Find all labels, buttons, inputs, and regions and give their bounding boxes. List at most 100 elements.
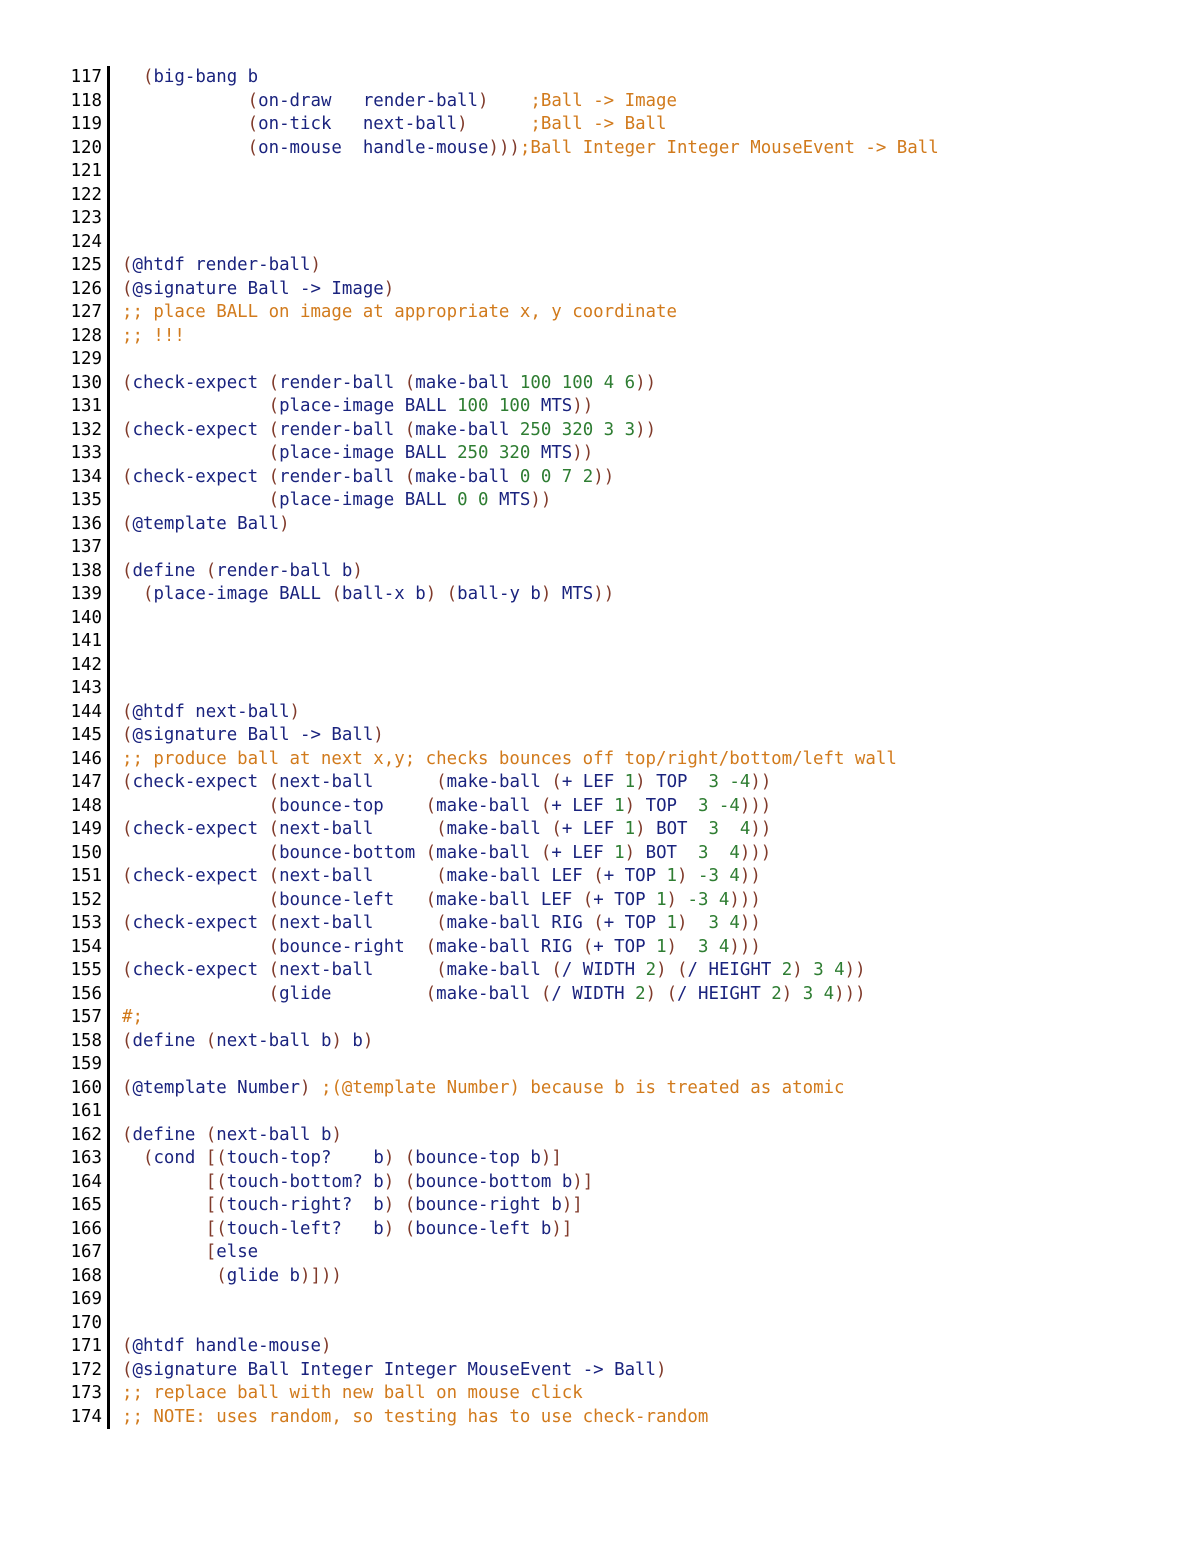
code-line[interactable]: 142: [40, 653, 1180, 677]
code-line[interactable]: 167 [else: [40, 1241, 1180, 1265]
code-line[interactable]: 161: [40, 1100, 1180, 1124]
code-text[interactable]: (check-expect (next-ball (make-ball (+ L…: [122, 818, 1180, 842]
code-line[interactable]: 127 ;; place BALL on image at appropriate…: [40, 301, 1180, 325]
code-line[interactable]: 154 (bounce-right (make-ball RIG (+ TOP …: [40, 935, 1180, 960]
code-text[interactable]: ;; replace ball with new ball on mouse c…: [122, 1382, 1180, 1406]
code-text[interactable]: ;; NOTE: uses random, so testing has to …: [122, 1406, 1180, 1430]
code-line[interactable]: 145 (@signature Ball -> Ball): [40, 724, 1180, 748]
code-line[interactable]: 131 (place-image BALL 100 100 MTS)): [40, 395, 1180, 419]
code-line[interactable]: 173 ;; replace ball with new ball on mous…: [40, 1382, 1180, 1406]
code-line[interactable]: 170: [40, 1311, 1180, 1335]
code-text[interactable]: (define (next-ball b) b): [122, 1030, 1180, 1054]
code-text[interactable]: [(touch-left? b) (bounce-left b)]: [122, 1218, 1180, 1242]
code-text[interactable]: (big-bang b: [122, 66, 1180, 90]
code-text[interactable]: (glide b)])): [122, 1265, 1180, 1289]
code-text[interactable]: [else: [122, 1241, 1180, 1265]
code-text[interactable]: (place-image BALL 100 100 MTS)): [122, 395, 1180, 419]
code-text[interactable]: (on-tick next-ball) ;Ball -> Ball: [122, 113, 1180, 137]
code-line[interactable]: 139 (place-image BALL (ball-x b) (ball-y…: [40, 583, 1180, 607]
code-line[interactable]: 137: [40, 536, 1180, 560]
code-line[interactable]: 171 (@htdf handle-mouse): [40, 1335, 1180, 1359]
code-line[interactable]: 152 (bounce-left (make-ball LEF (+ TOP 1…: [40, 888, 1180, 913]
code-text[interactable]: (@template Ball): [122, 513, 1180, 537]
code-text[interactable]: [(touch-right? b) (bounce-right b)]: [122, 1194, 1180, 1218]
code-line[interactable]: 157 #;: [40, 1006, 1180, 1030]
code-line[interactable]: 156 (glide (make-ball (/ WIDTH 2) (/ HEI…: [40, 982, 1180, 1007]
code-text[interactable]: [(touch-bottom? b) (bounce-bottom b)]: [122, 1171, 1180, 1195]
code-line[interactable]: 130 (check-expect (render-ball (make-ball…: [40, 371, 1180, 396]
code-text[interactable]: (check-expect (next-ball (make-ball LEF …: [122, 865, 1180, 889]
code-line[interactable]: 123: [40, 207, 1180, 231]
code-text[interactable]: (define (next-ball b): [122, 1124, 1180, 1148]
code-line[interactable]: 146 ;; produce ball at next x,y; checks b…: [40, 747, 1180, 772]
code-line[interactable]: 147 (check-expect (next-ball (make-ball (…: [40, 771, 1180, 795]
code-line[interactable]: 155 (check-expect (next-ball (make-ball (…: [40, 959, 1180, 983]
code-line[interactable]: 122: [40, 183, 1180, 207]
code-line[interactable]: 160 (@template Number) ;(@template Number…: [40, 1076, 1180, 1101]
code-line[interactable]: 119 (on-tick next-ball) ;Ball -> Ball: [40, 113, 1180, 137]
code-text[interactable]: (check-expect (next-ball (make-ball (/ W…: [122, 959, 1180, 983]
code-line[interactable]: 144 (@htdf next-ball): [40, 700, 1180, 725]
code-line[interactable]: 165 [(touch-right? b) (bounce-right b)]: [40, 1194, 1180, 1218]
code-line[interactable]: 163 (cond [(touch-top? b) (bounce-top b)…: [40, 1147, 1180, 1171]
code-line[interactable]: 151 (check-expect (next-ball (make-ball L…: [40, 865, 1180, 889]
code-line[interactable]: 121: [40, 160, 1180, 184]
code-line[interactable]: 138 (define (render-ball b): [40, 559, 1180, 584]
code-line[interactable]: 120 (on-mouse handle-mouse)));Ball Integ…: [40, 136, 1180, 161]
code-line[interactable]: 168 (glide b)])): [40, 1264, 1180, 1289]
code-text[interactable]: (bounce-right (make-ball RIG (+ TOP 1) 3…: [122, 936, 1180, 960]
code-line[interactable]: 140: [40, 606, 1180, 630]
code-line[interactable]: 162 (define (next-ball b): [40, 1123, 1180, 1148]
code-text[interactable]: (check-expect (next-ball (make-ball (+ L…: [122, 771, 1180, 795]
code-line[interactable]: 129: [40, 348, 1180, 372]
code-text[interactable]: (cond [(touch-top? b) (bounce-top b)]: [122, 1147, 1180, 1171]
code-line[interactable]: 164 [(touch-bottom? b) (bounce-bottom b)…: [40, 1170, 1180, 1195]
code-text[interactable]: (@template Number) ;(@template Number) b…: [122, 1077, 1180, 1101]
code-line[interactable]: 135 (place-image BALL 0 0 MTS)): [40, 489, 1180, 513]
code-line[interactable]: 124: [40, 230, 1180, 254]
code-text[interactable]: (place-image BALL 250 320 MTS)): [122, 442, 1180, 466]
code-text[interactable]: (check-expect (render-ball (make-ball 25…: [122, 419, 1180, 443]
code-text[interactable]: (on-draw render-ball) ;Ball -> Image: [122, 90, 1180, 114]
code-text[interactable]: (define (render-ball b): [122, 560, 1180, 584]
code-text[interactable]: ;; place BALL on image at appropriate x,…: [122, 301, 1180, 325]
code-line[interactable]: 169: [40, 1288, 1180, 1312]
code-text[interactable]: (@htdf handle-mouse): [122, 1335, 1180, 1359]
code-line[interactable]: 134 (check-expect (render-ball (make-ball…: [40, 465, 1180, 490]
code-line[interactable]: 149 (check-expect (next-ball (make-ball (…: [40, 818, 1180, 842]
code-text[interactable]: (@htdf render-ball): [122, 254, 1180, 278]
code-line[interactable]: 136 (@template Ball): [40, 512, 1180, 537]
code-line[interactable]: 128 ;; !!!: [40, 324, 1180, 349]
code-line[interactable]: 150 (bounce-bottom (make-ball (+ LEF 1) …: [40, 841, 1180, 866]
code-line[interactable]: 153 (check-expect (next-ball (make-ball R…: [40, 912, 1180, 936]
code-text[interactable]: (bounce-bottom (make-ball (+ LEF 1) BOT …: [122, 842, 1180, 866]
code-text[interactable]: #;: [122, 1006, 1180, 1030]
code-text[interactable]: (on-mouse handle-mouse)));Ball Integer I…: [122, 137, 1180, 161]
code-text[interactable]: (check-expect (render-ball (make-ball 10…: [122, 372, 1180, 396]
code-line[interactable]: 132 (check-expect (render-ball (make-ball…: [40, 418, 1180, 443]
code-text[interactable]: (@signature Ball -> Image): [122, 278, 1180, 302]
code-line[interactable]: 117 (big-bang b: [40, 66, 1180, 90]
code-line[interactable]: 143: [40, 677, 1180, 701]
code-line[interactable]: 126 (@signature Ball -> Image): [40, 277, 1180, 302]
code-text[interactable]: (bounce-left (make-ball LEF (+ TOP 1) -3…: [122, 889, 1180, 913]
code-line[interactable]: 133 (place-image BALL 250 320 MTS)): [40, 442, 1180, 466]
code-text[interactable]: ;; !!!: [122, 325, 1180, 349]
code-line[interactable]: 125 (@htdf render-ball): [40, 254, 1180, 278]
code-text[interactable]: (@signature Ball Integer Integer MouseEv…: [122, 1359, 1180, 1383]
code-text[interactable]: ;; produce ball at next x,y; checks boun…: [122, 748, 1180, 772]
code-text[interactable]: (@htdf next-ball): [122, 701, 1180, 725]
code-text[interactable]: (@signature Ball -> Ball): [122, 724, 1180, 748]
code-text[interactable]: (glide (make-ball (/ WIDTH 2) (/ HEIGHT …: [122, 983, 1180, 1007]
code-text[interactable]: (check-expect (render-ball (make-ball 0 …: [122, 466, 1180, 490]
code-line[interactable]: 148 (bounce-top (make-ball (+ LEF 1) TOP…: [40, 794, 1180, 819]
code-line[interactable]: 159: [40, 1053, 1180, 1077]
code-line[interactable]: 158 (define (next-ball b) b): [40, 1029, 1180, 1054]
code-line[interactable]: 166 [(touch-left? b) (bounce-left b)]: [40, 1217, 1180, 1242]
code-line[interactable]: 141: [40, 630, 1180, 654]
code-text[interactable]: (bounce-top (make-ball (+ LEF 1) TOP 3 -…: [122, 795, 1180, 819]
code-line[interactable]: 118 (on-draw render-ball) ;Ball -> Image: [40, 89, 1180, 114]
code-editor[interactable]: 117 (big-bang b 118 (on-draw render-ball)…: [40, 66, 1180, 1429]
code-text[interactable]: (place-image BALL (ball-x b) (ball-y b) …: [122, 583, 1180, 607]
code-line[interactable]: 172 (@signature Ball Integer Integer Mous…: [40, 1358, 1180, 1383]
